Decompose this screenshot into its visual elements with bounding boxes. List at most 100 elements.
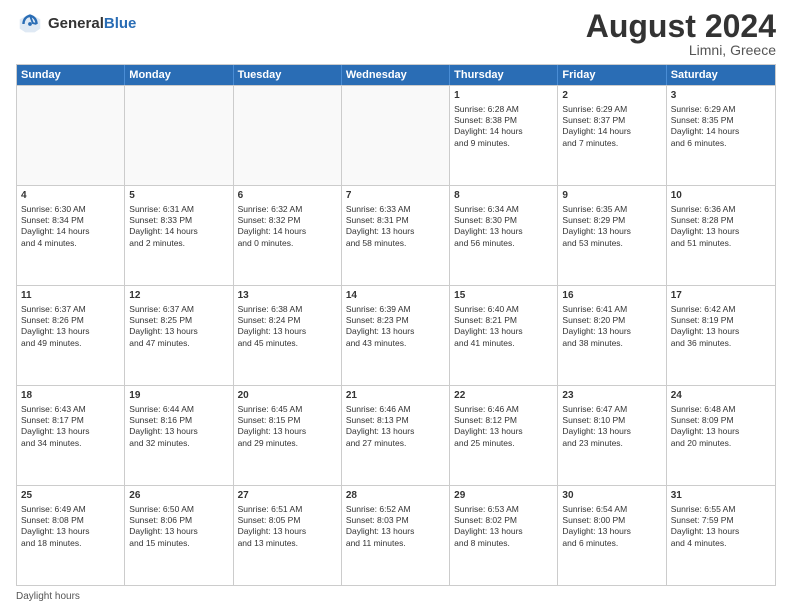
calendar-row: 11Sunrise: 6:37 AMSunset: 8:26 PMDayligh… [17, 285, 775, 385]
weekday-header: Thursday [450, 65, 558, 85]
weekday-header: Wednesday [342, 65, 450, 85]
day-info-line: Daylight: 13 hours [454, 226, 553, 237]
day-info-line: Sunrise: 6:32 AM [238, 204, 337, 215]
calendar-cell: 15Sunrise: 6:40 AMSunset: 8:21 PMDayligh… [450, 286, 558, 385]
day-info-line: Sunrise: 6:29 AM [562, 104, 661, 115]
day-info-line: Daylight: 14 hours [238, 226, 337, 237]
calendar-row: 1Sunrise: 6:28 AMSunset: 8:38 PMDaylight… [17, 85, 775, 185]
calendar-cell: 29Sunrise: 6:53 AMSunset: 8:02 PMDayligh… [450, 486, 558, 585]
day-info-line: and 45 minutes. [238, 338, 337, 349]
day-info-line: Sunrise: 6:53 AM [454, 504, 553, 515]
day-info-line: and 49 minutes. [21, 338, 120, 349]
day-number: 13 [238, 289, 337, 303]
day-number: 23 [562, 389, 661, 403]
day-info-line: and 7 minutes. [562, 138, 661, 149]
day-info-line: Daylight: 14 hours [671, 126, 771, 137]
day-info-line: Sunrise: 6:35 AM [562, 204, 661, 215]
day-info-line: Daylight: 13 hours [21, 426, 120, 437]
day-info-line: Daylight: 13 hours [21, 326, 120, 337]
day-info-line: Daylight: 14 hours [562, 126, 661, 137]
day-info-line: Daylight: 13 hours [671, 326, 771, 337]
day-info-line: Sunrise: 6:44 AM [129, 404, 228, 415]
calendar-cell: 28Sunrise: 6:52 AMSunset: 8:03 PMDayligh… [342, 486, 450, 585]
day-info-line: Sunset: 8:02 PM [454, 515, 553, 526]
day-number: 11 [21, 289, 120, 303]
logo-blue: Blue [104, 15, 137, 32]
day-info-line: Sunrise: 6:55 AM [671, 504, 771, 515]
calendar-cell: 22Sunrise: 6:46 AMSunset: 8:12 PMDayligh… [450, 386, 558, 485]
day-number: 26 [129, 489, 228, 503]
day-info-line: and 6 minutes. [562, 538, 661, 549]
calendar-cell: 10Sunrise: 6:36 AMSunset: 8:28 PMDayligh… [667, 186, 775, 285]
calendar-cell [125, 86, 233, 185]
day-info-line: Sunrise: 6:40 AM [454, 304, 553, 315]
day-number: 5 [129, 189, 228, 203]
day-info-line: and 51 minutes. [671, 238, 771, 249]
weekday-header: Friday [558, 65, 666, 85]
calendar-cell: 24Sunrise: 6:48 AMSunset: 8:09 PMDayligh… [667, 386, 775, 485]
day-info-line: and 34 minutes. [21, 438, 120, 449]
day-info-line: and 15 minutes. [129, 538, 228, 549]
day-number: 6 [238, 189, 337, 203]
day-info-line: Daylight: 14 hours [21, 226, 120, 237]
day-info-line: Sunset: 8:21 PM [454, 315, 553, 326]
calendar-cell: 31Sunrise: 6:55 AMSunset: 7:59 PMDayligh… [667, 486, 775, 585]
calendar-cell: 8Sunrise: 6:34 AMSunset: 8:30 PMDaylight… [450, 186, 558, 285]
day-info-line: and 8 minutes. [454, 538, 553, 549]
day-number: 10 [671, 189, 771, 203]
day-number: 24 [671, 389, 771, 403]
day-info-line: Sunrise: 6:51 AM [238, 504, 337, 515]
day-info-line: Daylight: 13 hours [671, 526, 771, 537]
day-info-line: Sunset: 8:31 PM [346, 215, 445, 226]
calendar-cell [234, 86, 342, 185]
day-number: 22 [454, 389, 553, 403]
day-info-line: Sunset: 8:37 PM [562, 115, 661, 126]
calendar-cell: 6Sunrise: 6:32 AMSunset: 8:32 PMDaylight… [234, 186, 342, 285]
day-info-line: Sunrise: 6:50 AM [129, 504, 228, 515]
day-info-line: Sunrise: 6:43 AM [21, 404, 120, 415]
day-info-line: and 41 minutes. [454, 338, 553, 349]
location: Limni, Greece [586, 42, 776, 58]
day-info-line: and 47 minutes. [129, 338, 228, 349]
logo-general: General [48, 15, 104, 32]
calendar-cell: 2Sunrise: 6:29 AMSunset: 8:37 PMDaylight… [558, 86, 666, 185]
calendar-body: 1Sunrise: 6:28 AMSunset: 8:38 PMDaylight… [17, 85, 775, 585]
day-info-line: Sunrise: 6:46 AM [454, 404, 553, 415]
day-info-line: Daylight: 13 hours [454, 426, 553, 437]
weekday-header: Tuesday [234, 65, 342, 85]
day-info-line: Sunrise: 6:37 AM [129, 304, 228, 315]
day-info-line: and 56 minutes. [454, 238, 553, 249]
day-info-line: Daylight: 13 hours [21, 526, 120, 537]
day-info-line: Sunset: 8:34 PM [21, 215, 120, 226]
day-info-line: Daylight: 13 hours [454, 326, 553, 337]
day-info-line: Sunset: 8:35 PM [671, 115, 771, 126]
day-info-line: Daylight: 13 hours [562, 226, 661, 237]
day-number: 15 [454, 289, 553, 303]
day-info-line: and 29 minutes. [238, 438, 337, 449]
calendar-cell: 21Sunrise: 6:46 AMSunset: 8:13 PMDayligh… [342, 386, 450, 485]
day-info-line: and 36 minutes. [671, 338, 771, 349]
calendar-cell: 3Sunrise: 6:29 AMSunset: 8:35 PMDaylight… [667, 86, 775, 185]
day-info-line: Daylight: 13 hours [671, 226, 771, 237]
day-number: 20 [238, 389, 337, 403]
day-info-line: Daylight: 13 hours [346, 226, 445, 237]
day-info-line: and 18 minutes. [21, 538, 120, 549]
logo-icon [16, 10, 44, 38]
calendar-cell: 17Sunrise: 6:42 AMSunset: 8:19 PMDayligh… [667, 286, 775, 385]
day-info-line: Daylight: 13 hours [238, 426, 337, 437]
day-info-line: Sunrise: 6:37 AM [21, 304, 120, 315]
calendar-row: 25Sunrise: 6:49 AMSunset: 8:08 PMDayligh… [17, 485, 775, 585]
day-info-line: Daylight: 13 hours [454, 526, 553, 537]
page: GeneralBlue August 2024 Limni, Greece Su… [0, 0, 792, 612]
logo: GeneralBlue [16, 10, 136, 38]
day-info-line: and 4 minutes. [21, 238, 120, 249]
day-info-line: Sunrise: 6:38 AM [238, 304, 337, 315]
day-number: 12 [129, 289, 228, 303]
weekday-header: Saturday [667, 65, 775, 85]
day-info-line: Daylight: 13 hours [562, 526, 661, 537]
day-info-line: and 11 minutes. [346, 538, 445, 549]
calendar: SundayMondayTuesdayWednesdayThursdayFrid… [16, 64, 776, 586]
weekday-header: Sunday [17, 65, 125, 85]
day-info-line: Sunrise: 6:46 AM [346, 404, 445, 415]
day-info-line: Sunset: 8:03 PM [346, 515, 445, 526]
